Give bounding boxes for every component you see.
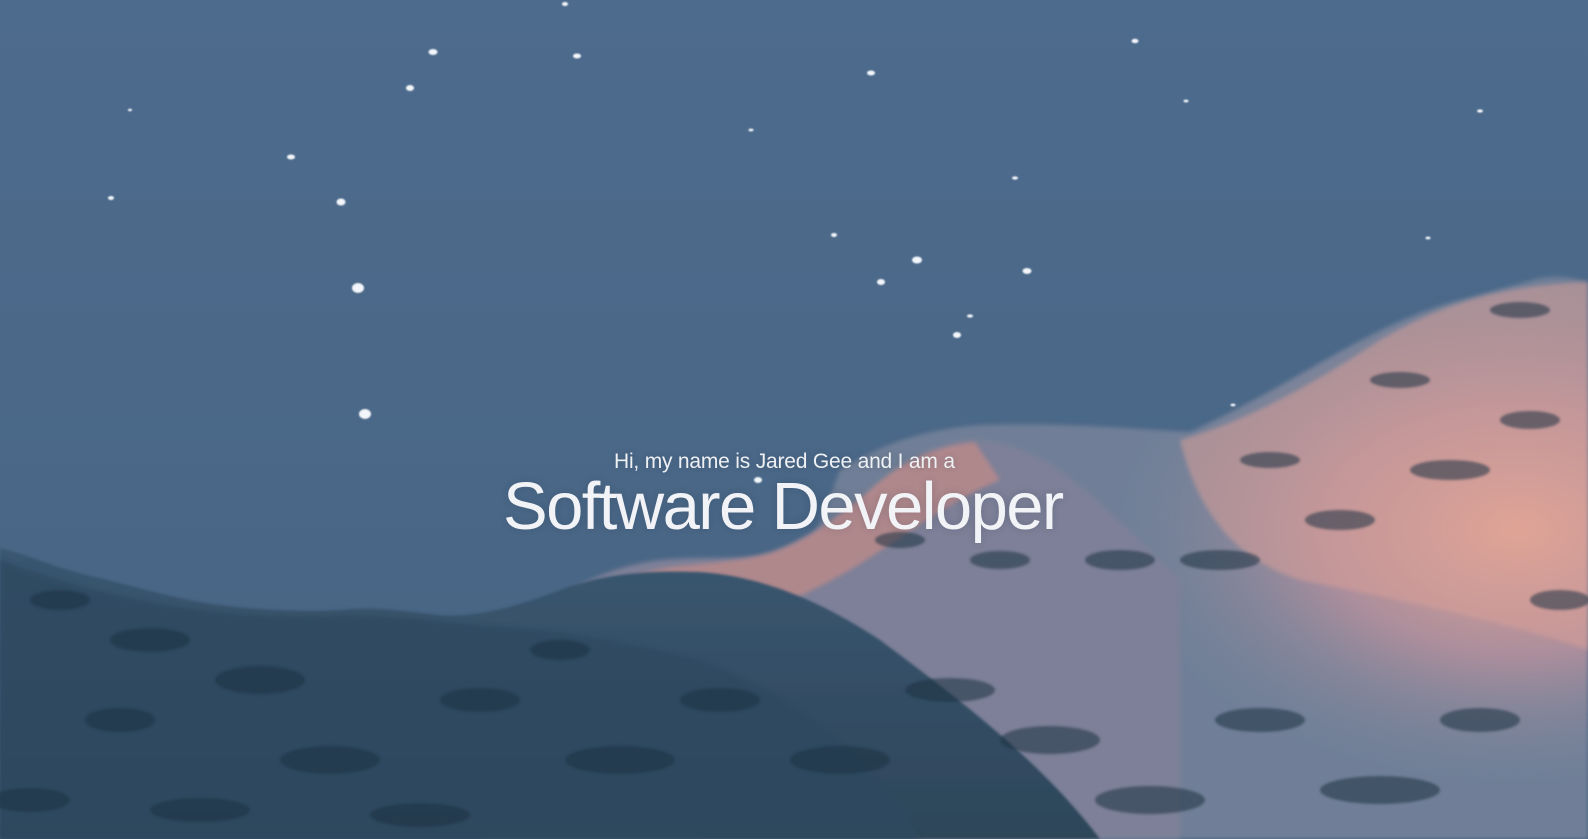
hero-section: Hi, my name is Jared Gee and I am a Soft… bbox=[0, 0, 1588, 839]
mountain-night-background-image bbox=[0, 0, 1588, 839]
